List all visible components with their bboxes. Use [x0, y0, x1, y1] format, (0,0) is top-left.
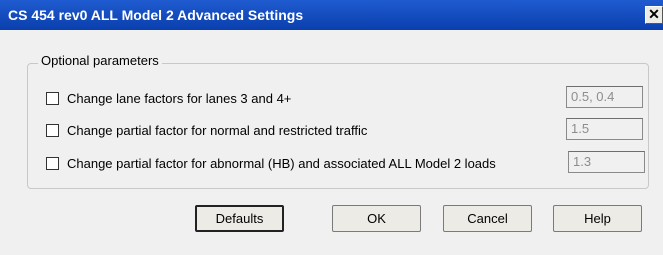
group-title: Optional parameters	[38, 53, 162, 68]
help-button[interactable]: Help	[553, 205, 642, 232]
abnormal-load-factor-checkbox[interactable]	[46, 157, 59, 170]
cancel-button[interactable]: Cancel	[443, 205, 532, 232]
close-button[interactable]: ✕	[645, 6, 663, 24]
close-icon: ✕	[648, 6, 660, 22]
normal-traffic-factor-label[interactable]: Change partial factor for normal and res…	[67, 123, 367, 138]
dialog-window: CS 454 rev0 ALL Model 2 Advanced Setting…	[0, 0, 663, 255]
normal-traffic-factor-checkbox[interactable]	[46, 124, 59, 137]
dialog-title: CS 454 rev0 ALL Model 2 Advanced Setting…	[8, 7, 304, 23]
lane-factors-field[interactable]: 0.5, 0.4	[566, 86, 643, 108]
ok-button[interactable]: OK	[332, 205, 421, 232]
lane-factors-checkbox[interactable]	[46, 92, 59, 105]
abnormal-load-factor-label[interactable]: Change partial factor for abnormal (HB) …	[67, 156, 496, 171]
normal-traffic-factor-field[interactable]: 1.5	[566, 118, 643, 140]
title-bar[interactable]: CS 454 rev0 ALL Model 2 Advanced Setting…	[0, 0, 663, 30]
lane-factors-label[interactable]: Change lane factors for lanes 3 and 4+	[67, 91, 291, 106]
abnormal-load-factor-field[interactable]: 1.3	[568, 151, 645, 173]
defaults-button[interactable]: Defaults	[195, 205, 284, 232]
